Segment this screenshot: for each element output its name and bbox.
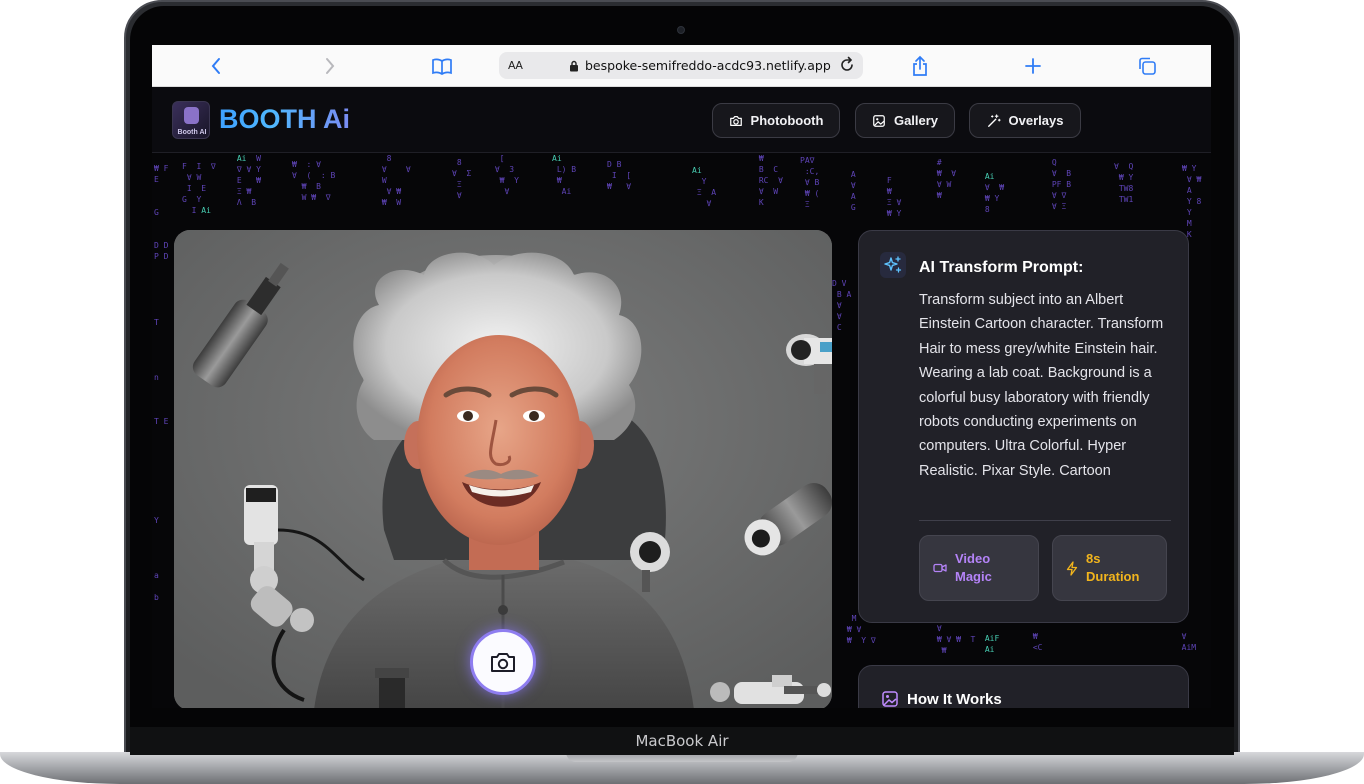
camera-icon xyxy=(491,653,515,672)
screen: AA bespoke-semifreddo-acdc93.netlify.app… xyxy=(152,45,1211,708)
tabs-icon[interactable] xyxy=(1135,54,1159,78)
address-bar[interactable]: AA bespoke-semifreddo-acdc93.netlify.app xyxy=(499,52,863,79)
nav-photobooth-button[interactable]: Photobooth xyxy=(712,103,840,138)
video-icon xyxy=(933,563,947,573)
nav-gallery-button[interactable]: Gallery xyxy=(855,103,955,138)
duration-label: 8s Duration xyxy=(1086,551,1140,584)
chevron-left-icon[interactable] xyxy=(204,54,228,78)
device-label: MacBook Air xyxy=(130,727,1234,755)
logo-caption: Booth AI xyxy=(177,129,207,136)
chevron-right-icon[interactable] xyxy=(318,54,342,78)
capture-button[interactable] xyxy=(470,629,536,695)
image-icon xyxy=(882,691,898,707)
video-magic-chip[interactable]: Video Magic xyxy=(919,535,1039,601)
app-header: Booth AI BOOTH Ai Photobooth Gallery Ove… xyxy=(152,87,1211,153)
url-text: bespoke-semifreddo-acdc93.netlify.app xyxy=(585,58,831,73)
video-magic-label: Video Magic xyxy=(955,551,992,584)
sparkles-icon xyxy=(880,252,906,278)
image-icon xyxy=(873,114,885,127)
prompt-title: AI Transform Prompt: xyxy=(919,259,1084,276)
webcam-icon xyxy=(677,26,685,34)
wand-icon xyxy=(987,113,1001,127)
lightning-icon xyxy=(1066,560,1078,576)
nav-photobooth-label: Photobooth xyxy=(750,113,824,128)
how-it-works-title: How It Works xyxy=(907,691,1002,708)
prompt-divider xyxy=(919,520,1171,521)
book-icon[interactable] xyxy=(430,54,454,78)
reload-icon[interactable] xyxy=(837,55,857,75)
prompt-text: Transform subject into an Albert Einstei… xyxy=(919,292,1164,479)
camera-icon xyxy=(729,115,742,126)
share-icon[interactable] xyxy=(908,54,932,78)
nav-overlays-button[interactable]: Overlays xyxy=(969,103,1081,138)
reader-aa-button[interactable]: AA xyxy=(508,59,523,72)
nav-gallery-label: Gallery xyxy=(893,113,939,128)
how-it-works-card: How It Works xyxy=(858,665,1189,708)
lock-icon xyxy=(570,60,578,71)
prompt-card: AI Transform Prompt: Transform subject i… xyxy=(858,230,1189,623)
duration-chip[interactable]: 8s Duration xyxy=(1052,535,1167,601)
app-logo[interactable]: Booth AI xyxy=(172,101,210,139)
browser-toolbar: AA bespoke-semifreddo-acdc93.netlify.app xyxy=(152,45,1211,87)
plus-icon[interactable] xyxy=(1021,54,1045,78)
brand-title[interactable]: BOOTH Ai xyxy=(219,104,350,135)
nav-overlays-label: Overlays xyxy=(1008,113,1064,128)
